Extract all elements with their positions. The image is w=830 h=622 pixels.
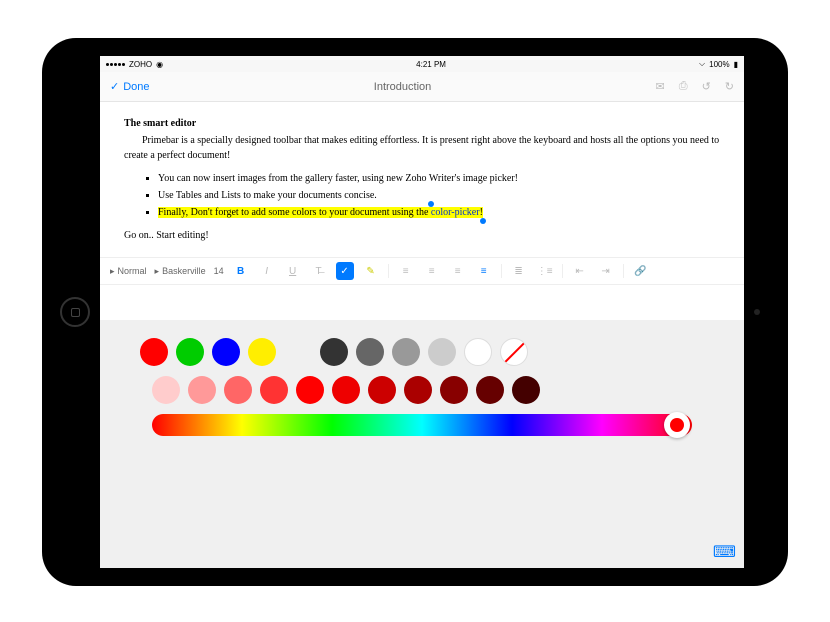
list-item: Finally, Don't forget to add some colors…	[158, 205, 720, 220]
preset-row	[140, 338, 704, 366]
color-swatch[interactable]	[320, 338, 348, 366]
outdent-button[interactable]: ⇤	[571, 262, 589, 280]
color-swatch[interactable]	[248, 338, 276, 366]
align-center-button[interactable]: ≡	[423, 262, 441, 280]
ipad-frame: ZOHO ◉ 4:21 PM ⌵ 100% ▮ ✓ Done Introduct…	[42, 38, 788, 586]
color-swatch[interactable]	[368, 376, 396, 404]
wifi-icon: ◉	[156, 60, 163, 69]
home-button[interactable]	[60, 297, 90, 327]
battery-icon: ▮	[734, 60, 738, 69]
color-swatch[interactable]	[224, 376, 252, 404]
hue-slider[interactable]	[152, 414, 692, 436]
undo-icon[interactable]: ↺	[702, 80, 711, 93]
color-picker-panel: ⌨	[100, 320, 744, 568]
color-swatch[interactable]	[212, 338, 240, 366]
color-swatch[interactable]	[176, 338, 204, 366]
keyboard-toggle-icon[interactable]: ⌨	[713, 542, 736, 562]
selection-handle-end[interactable]	[480, 218, 486, 224]
color-swatch[interactable]	[464, 338, 492, 366]
list-bullet-button[interactable]: ⋮≡	[536, 262, 554, 280]
status-bar: ZOHO ◉ 4:21 PM ⌵ 100% ▮	[100, 56, 744, 72]
redo-icon[interactable]: ↻	[725, 80, 734, 93]
check-icon: ✓	[110, 80, 119, 93]
carrier-label: ZOHO	[129, 60, 152, 69]
indent-button[interactable]: ⇥	[597, 262, 615, 280]
color-swatch[interactable]	[512, 376, 540, 404]
highlight-button[interactable]: ✎	[362, 262, 380, 280]
font-select[interactable]: ▸ Baskerville	[155, 266, 206, 277]
color-swatch[interactable]	[440, 376, 468, 404]
color-swatch[interactable]	[356, 338, 384, 366]
style-select[interactable]: ▸ Normal	[110, 266, 147, 277]
bold-button[interactable]: B	[232, 262, 250, 280]
document-body[interactable]: The smart editor Primebar is a specially…	[100, 102, 744, 257]
underline-button[interactable]: U	[284, 262, 302, 280]
doc-title: Introduction	[150, 81, 656, 93]
doc-paragraph: Primebar is a specially designed toolbar…	[124, 133, 720, 163]
align-left-button[interactable]: ≡	[397, 262, 415, 280]
doc-outro: Go on.. Start editing!	[124, 228, 720, 243]
strike-button[interactable]: T̶	[310, 262, 328, 280]
mail-icon[interactable]: ✉	[656, 80, 665, 93]
color-swatch[interactable]	[260, 376, 288, 404]
doc-heading: The smart editor	[124, 116, 720, 131]
align-justify-button[interactable]: ≡	[475, 262, 493, 280]
color-swatch[interactable]	[392, 338, 420, 366]
color-swatch[interactable]	[428, 338, 456, 366]
color-swatch[interactable]	[404, 376, 432, 404]
selection-handle-start[interactable]	[428, 201, 434, 207]
doc-list: You can now insert images from the galle…	[158, 171, 720, 220]
camera	[754, 309, 760, 315]
slider-thumb[interactable]	[664, 412, 690, 438]
align-right-button[interactable]: ≡	[449, 262, 467, 280]
format-toolbar: ▸ Normal ▸ Baskerville 14 B I U T̶ ✓ ✎ ≡…	[100, 257, 744, 285]
color-swatch[interactable]	[296, 376, 324, 404]
highlighted-text: Finally, Don't forget to add some colors…	[158, 207, 483, 218]
text-selection[interactable]: color-picker!	[431, 205, 483, 220]
color-swatch[interactable]	[476, 376, 504, 404]
size-select[interactable]: 14	[214, 266, 224, 276]
bluetooth-icon: ⌵	[699, 59, 705, 69]
color-swatch[interactable]	[188, 376, 216, 404]
battery-label: 100%	[709, 60, 729, 69]
color-swatch[interactable]	[152, 376, 180, 404]
color-swatch[interactable]	[500, 338, 528, 366]
done-button[interactable]: ✓ Done	[110, 80, 150, 93]
color-swatch[interactable]	[332, 376, 360, 404]
link-button[interactable]: 🔗	[632, 262, 650, 280]
done-label: Done	[123, 81, 149, 93]
text-color-button[interactable]: ✓	[336, 262, 354, 280]
signal-dots-icon	[106, 63, 125, 66]
shade-row	[152, 376, 704, 404]
list-item: Use Tables and Lists to make your docume…	[158, 188, 720, 203]
list-number-button[interactable]: ≣	[510, 262, 528, 280]
color-swatch[interactable]	[140, 338, 168, 366]
italic-button[interactable]: I	[258, 262, 276, 280]
clock: 4:21 PM	[416, 60, 446, 69]
list-item: You can now insert images from the galle…	[158, 171, 720, 186]
nav-bar: ✓ Done Introduction ✉ ⎙ ↺ ↻	[100, 72, 744, 102]
screen: ZOHO ◉ 4:21 PM ⌵ 100% ▮ ✓ Done Introduct…	[100, 56, 744, 568]
print-icon[interactable]: ⎙	[679, 80, 688, 93]
